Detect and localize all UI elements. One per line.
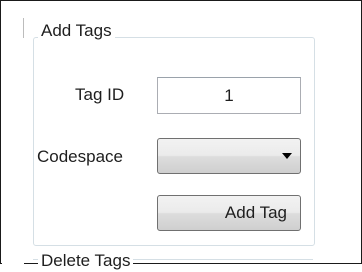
add-tag-button[interactable]: Add Tag bbox=[157, 195, 301, 231]
codespace-label: Codespace bbox=[37, 147, 124, 166]
add-tags-group-title: Add Tags bbox=[38, 20, 115, 42]
side-panel-divider bbox=[23, 18, 24, 38]
delete-tags-group-title: Delete Tags bbox=[38, 250, 134, 272]
side-panel-edge bbox=[2, 2, 24, 264]
tag-id-label: Tag ID bbox=[75, 85, 125, 104]
chevron-down-icon bbox=[282, 153, 292, 159]
tag-id-input[interactable]: 1 bbox=[157, 77, 301, 114]
codespace-dropdown[interactable] bbox=[157, 138, 301, 174]
